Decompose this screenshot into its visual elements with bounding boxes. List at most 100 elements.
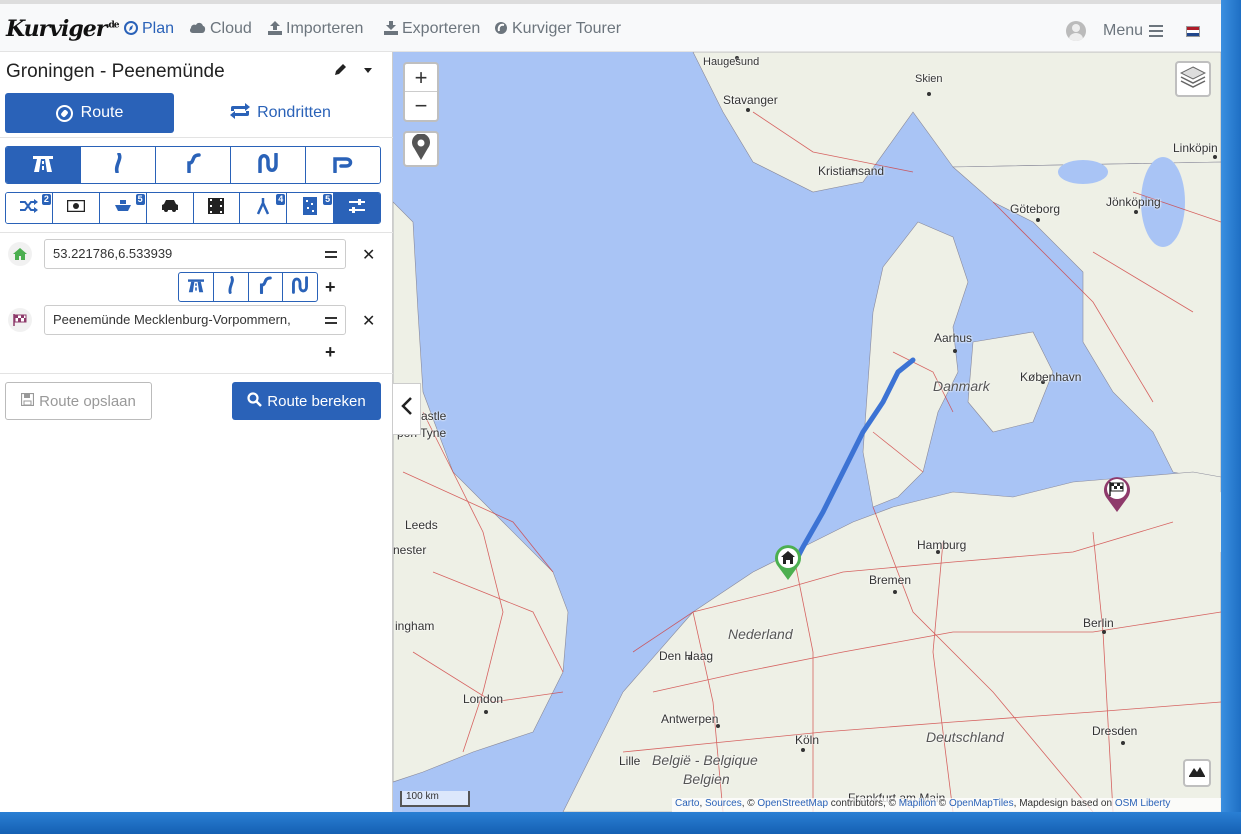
add-waypoint-button[interactable]: +: [325, 342, 336, 363]
chevron-down-icon[interactable]: [364, 68, 372, 73]
zoom-control: + −: [403, 62, 439, 122]
map-label-stavanger: Stavanger: [723, 93, 778, 107]
collapse-sidebar-button[interactable]: [393, 383, 421, 435]
unpaved-button[interactable]: 5: [286, 193, 334, 223]
save-route-button[interactable]: Route opslaan: [5, 382, 152, 420]
nav-plan-label: Plan: [142, 20, 175, 37]
curviness-medium-button[interactable]: [155, 147, 230, 183]
road-avoid-button[interactable]: 4: [239, 193, 287, 223]
shuffle-icon: [19, 198, 38, 218]
segment-slight-button[interactable]: [212, 273, 248, 301]
language-flag-icon[interactable]: [1186, 26, 1200, 37]
remove-start-button[interactable]: ✕: [362, 245, 375, 265]
end-waypoint-input[interactable]: Peenemünde Mecklenburg-Vorpommern,: [44, 305, 346, 335]
curviness-fastest-button[interactable]: [6, 147, 80, 183]
calculate-route-button[interactable]: Route bereken: [232, 382, 381, 420]
curviness-slight-button[interactable]: [80, 147, 155, 183]
drag-handle-icon[interactable]: [325, 317, 337, 324]
segment-high-button[interactable]: [282, 273, 317, 301]
attribution-omt-link[interactable]: OpenMapTiles: [949, 798, 1014, 809]
toll-button[interactable]: [51, 193, 99, 223]
map-label-london: London: [463, 692, 504, 706]
desktop-background: [1221, 0, 1241, 812]
curviness-selector: [5, 146, 381, 184]
film-icon: [208, 197, 225, 219]
drag-handle-icon[interactable]: [325, 251, 337, 258]
segment-fastest-button[interactable]: [179, 273, 213, 301]
avatar[interactable]: [1066, 21, 1086, 41]
tab-rondritten[interactable]: Rondritten: [180, 93, 380, 133]
mountain-icon: [1189, 764, 1205, 782]
nav-cloud-label: Cloud: [210, 20, 252, 37]
vehicle-button[interactable]: [145, 193, 193, 223]
attribution-liberty-link[interactable]: OSM Liberty: [1115, 798, 1171, 809]
layers-button[interactable]: [1175, 61, 1211, 97]
map-label-belgien: Belgien: [683, 771, 730, 787]
attribution-carto-link[interactable]: Carto: [675, 798, 699, 809]
map-label-kobenhavn: København: [1020, 370, 1082, 384]
alternatives-button[interactable]: 2: [6, 193, 52, 223]
nav-import-label: Importeren: [286, 20, 364, 37]
map-label-jonkoping: Jönköping: [1106, 195, 1161, 209]
locate-button[interactable]: [403, 131, 439, 167]
slight-curve-icon: [112, 151, 124, 178]
ferry-button[interactable]: 5: [98, 193, 146, 223]
map-label-antwerpen: Antwerpen: [661, 712, 719, 726]
road-fork-icon: [255, 197, 271, 220]
attribution-sources-link[interactable]: Sources: [705, 798, 742, 809]
unpaved-badge: 5: [323, 194, 333, 205]
map-label-leeds: Leeds: [405, 518, 438, 532]
elevation-profile-button[interactable]: [1183, 759, 1211, 787]
download-icon: [384, 20, 398, 38]
divider: [0, 373, 393, 374]
map-label-bremen: Bremen: [869, 573, 912, 587]
attribution-mapilion-link[interactable]: Mapilion: [899, 798, 936, 809]
zoom-out-button[interactable]: −: [405, 92, 437, 120]
start-waypoint-input[interactable]: 53.221786,6.533939: [44, 239, 346, 269]
map-label-manchester: nester: [393, 543, 427, 557]
map-label-kristiansand: Kristiansand: [818, 164, 885, 178]
pencil-icon[interactable]: [334, 63, 347, 79]
taskbar: [0, 812, 1241, 834]
alternatives-badge: 2: [41, 194, 51, 205]
ship-icon: [114, 199, 132, 218]
segment-medium-button[interactable]: [247, 273, 283, 301]
attribution-osm-link[interactable]: OpenStreetMap: [757, 798, 828, 809]
route-title[interactable]: Groningen - Peenemünde: [6, 61, 225, 83]
compass-icon: [55, 104, 73, 122]
upload-icon: [268, 20, 282, 38]
curviness-high-button[interactable]: [230, 147, 305, 183]
map-label-deutschland: Deutschland: [926, 729, 1004, 745]
tab-route[interactable]: Route: [5, 93, 174, 133]
calculate-route-label: Route bereken: [267, 392, 366, 410]
map-canvas: [393, 52, 1221, 812]
add-waypoint-button[interactable]: +: [325, 277, 336, 298]
curviness-extreme-button[interactable]: [305, 147, 380, 183]
road-avoid-badge: 4: [276, 194, 286, 205]
map-label-dresden: Dresden: [1092, 724, 1138, 738]
nav-tourer-label: Kurviger Tourer: [512, 20, 622, 37]
remove-end-button[interactable]: ✕: [362, 311, 375, 331]
slight-curve-icon: [226, 275, 236, 299]
nav-tourer[interactable]: Kurviger Tourer: [494, 20, 621, 38]
nav-cloud[interactable]: Cloud: [189, 20, 252, 38]
map-view[interactable]: Haugesund Skien Stavanger Kristiansand G…: [393, 52, 1221, 812]
tunnel-button[interactable]: [192, 193, 240, 223]
nav-export[interactable]: Exporteren: [384, 20, 480, 38]
unpaved-road-icon: [303, 196, 318, 220]
map-label-belgie: België - Belgique: [652, 752, 758, 768]
map-label-berlin: Berlin: [1083, 616, 1114, 630]
zoom-in-button[interactable]: +: [405, 64, 437, 92]
map-attribution: Carto, Sources, © OpenStreetMap contribu…: [672, 798, 1221, 812]
logo[interactable]: Kurviger.de: [6, 16, 120, 42]
extreme-curve-icon: [332, 153, 354, 178]
settings-sliders-button[interactable]: [333, 193, 380, 223]
nav-import[interactable]: Importeren: [268, 20, 363, 38]
money-icon: [66, 199, 86, 217]
menu-button[interactable]: Menu: [1103, 22, 1164, 40]
nav-export-label: Exporteren: [402, 20, 481, 37]
nav-plan[interactable]: Plan: [124, 20, 174, 38]
attribution-contributors: contributors,: [830, 798, 886, 809]
tourer-icon: [494, 21, 508, 38]
app-window: Kurviger.de Plan Cloud Importeren Export…: [0, 0, 1221, 812]
